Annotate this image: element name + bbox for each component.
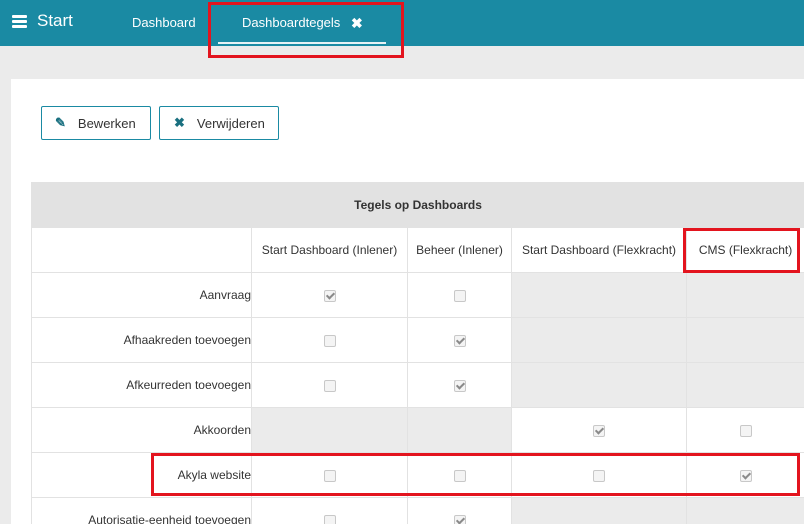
column-header: Beheer (Inlener) [407,227,512,273]
tile-checkbox[interactable] [593,470,605,483]
tile-checkbox[interactable] [453,380,466,393]
active-tab-indicator [218,42,386,44]
tile-checkbox[interactable] [453,470,466,483]
column-header-empty [31,227,252,273]
brand-title: Start [37,11,73,30]
row-label: Akyla website [31,452,252,498]
edit-button[interactable]: ✎ Bewerken [41,106,151,140]
tile-checkbox[interactable] [593,425,605,438]
checkbox-cell [511,407,687,453]
checkbox-cell [251,452,408,498]
column-header: CMS (Flexkracht) [685,227,804,273]
x-icon: ✖ [174,115,185,130]
disabled-cell [685,497,804,524]
disabled-cell [511,272,687,318]
tab-dashboard[interactable]: Dashboard [132,0,196,46]
disabled-cell [407,407,512,453]
content-panel: ✎ Bewerken ✖ Verwijderen Tegels op Dashb… [11,79,804,524]
row-label: Autorisatie-eenheid toevoegen [31,497,252,524]
close-icon[interactable]: ✖ [351,0,363,46]
row-label: Afhaakreden toevoegen [31,317,252,363]
tiles-table: Tegels op Dashboards Start Dashboard (In… [30,182,804,524]
tab-dashboardtegels[interactable]: Dashboardtegels ✖ [218,0,386,46]
tile-checkbox[interactable] [323,470,336,483]
checkbox-cell [407,362,512,408]
column-header: Start Dashboard (Inlener) [251,227,408,273]
top-bar: Start Dashboard Dashboardtegels ✖ [0,0,804,46]
tile-checkbox[interactable] [323,290,336,303]
delete-button-label: Verwijderen [196,115,265,131]
checkbox-cell [407,452,512,498]
checkbox-cell [251,272,408,318]
checkbox-cell [251,497,408,524]
row-label: Aanvraag [31,272,252,318]
checkbox-cell [251,317,408,363]
tile-checkbox[interactable] [739,425,752,438]
disabled-cell [685,272,804,318]
menu-button[interactable]: Start [12,11,73,31]
table-row: Aanvraag [31,272,804,318]
disabled-cell [251,407,408,453]
table-row: Afhaakreden toevoegen [31,317,804,363]
disabled-cell [685,317,804,363]
pencil-icon: ✎ [55,115,66,130]
checkbox-cell [685,407,804,453]
column-header: Start Dashboard (Flexkracht) [511,227,687,273]
checkbox-cell [407,317,512,363]
table-row: Afkeurreden toevoegen [31,362,804,408]
table-title: Tegels op Dashboards [30,182,804,228]
checkbox-cell [685,452,804,498]
table-row: Akyla website [31,452,804,498]
checkbox-cell [251,362,408,408]
tile-checkbox[interactable] [453,290,466,303]
checkbox-cell [511,452,687,498]
disabled-cell [511,497,687,524]
table-body: Aanvraag Afhaakreden toevoegen Afkeurreden… [31,272,804,524]
hamburger-icon [12,14,27,28]
edit-button-label: Bewerken [77,115,136,131]
disabled-cell [685,362,804,408]
row-label: Afkeurreden toevoegen [31,362,252,408]
delete-button[interactable]: ✖ Verwijderen [159,106,279,140]
tile-checkbox[interactable] [323,380,336,393]
table-row: Autorisatie-eenheid toevoegen [31,497,804,524]
disabled-cell [511,317,687,363]
checkbox-cell [407,497,512,524]
tile-checkbox[interactable] [453,335,466,348]
tile-checkbox[interactable] [453,515,466,524]
disabled-cell [511,362,687,408]
row-label: Akkoorden [31,407,252,453]
tile-checkbox[interactable] [323,515,336,524]
tile-checkbox[interactable] [323,335,336,348]
tab-dashboardtegels-label: Dashboardtegels [242,15,341,30]
tile-checkbox[interactable] [739,470,752,483]
table-row: Akkoorden [31,407,804,453]
checkbox-cell [407,272,512,318]
